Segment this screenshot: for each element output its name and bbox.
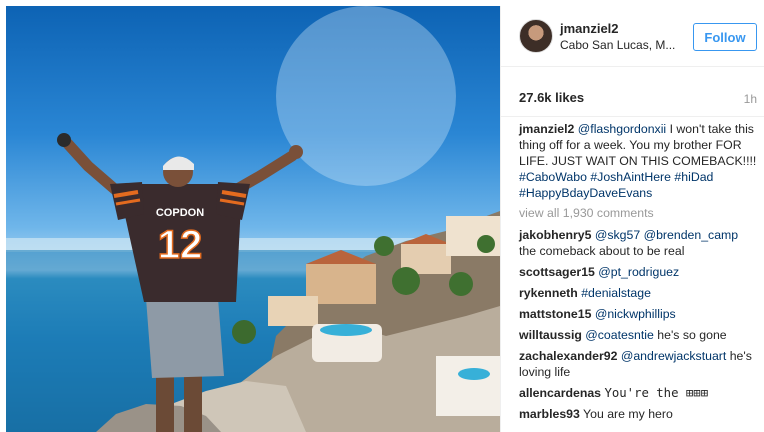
caption-mention[interactable]: @flashgordonxii (578, 122, 666, 136)
comment-text: the comeback about to be real (519, 244, 685, 258)
comment-username[interactable]: zachalexander92 (519, 349, 617, 363)
comment-username[interactable]: mattstone15 (519, 307, 591, 321)
comment-item: rykenneth #denialstage (519, 285, 757, 301)
view-all-comments-link[interactable]: view all 1,930 comments (519, 205, 757, 221)
post-location[interactable]: Cabo San Lucas, M... (560, 38, 680, 52)
comment-item: willtaussig @coatesntie he's so gone (519, 327, 757, 343)
caption-tag[interactable]: #JoshAintHere (590, 170, 671, 184)
comment-username[interactable]: jakobhenry5 (519, 228, 591, 242)
comment-hashtag[interactable]: #denialstage (581, 286, 651, 300)
comment-mention[interactable]: @skg57 (595, 228, 640, 242)
comment-username[interactable]: scottsager15 (519, 265, 595, 279)
comment-username[interactable]: marbles93 (519, 407, 580, 421)
comment-item: jakobhenry5 @skg57 @brenden_camp the com… (519, 227, 757, 259)
comment-mention[interactable]: @andrewjackstuart (621, 349, 726, 363)
caption-tag[interactable]: #HappyBdayDaveEvans (519, 186, 652, 200)
post-sidebar: jmanziel2 Cabo San Lucas, M... Follow 27… (500, 6, 764, 432)
comment-item: zachalexander92 @andrewjackstuart he's l… (519, 348, 757, 380)
comment-username[interactable]: allencardenas (519, 386, 601, 400)
caption-tag[interactable]: #hiDad (674, 170, 713, 184)
comment-item: marbles93 You are my hero (519, 406, 757, 422)
post-username[interactable]: jmanziel2 (560, 21, 619, 36)
comment-mention[interactable]: @pt_rodriguez (598, 265, 679, 279)
comment-username[interactable]: rykenneth (519, 286, 578, 300)
caption-username[interactable]: jmanziel2 (519, 122, 574, 136)
jersey-number: 12 (158, 223, 203, 267)
likes-count[interactable]: 27.6k likes (519, 90, 584, 105)
photo-scene: COPDON 12 (6, 6, 500, 432)
jersey-name: COPDON (156, 207, 204, 219)
comments-list: jmanziel2 @flashgordonxii I won't take t… (519, 121, 757, 427)
comment-mention[interactable]: @nickwphillips (595, 307, 676, 321)
comment-mention[interactable]: @brenden_camp (644, 228, 739, 242)
comment-text: he's so gone (657, 328, 727, 342)
comment-item: scottsager15 @pt_rodriguez (519, 264, 757, 280)
comment-item: mattstone15 @nickwphillips (519, 306, 757, 322)
post-caption: jmanziel2 @flashgordonxii I won't take t… (519, 121, 757, 201)
comment-mention[interactable]: @coatesntie (585, 328, 654, 342)
caption-tag[interactable]: #CaboWabo (519, 170, 587, 184)
post-time: 1h (743, 92, 757, 106)
likes-row: 27.6k likes 1h (501, 66, 764, 117)
comment-text: You are my hero (583, 407, 673, 421)
post-header: jmanziel2 Cabo San Lucas, M... Follow (501, 6, 764, 67)
comment-item: allencardenas You're the ⊞⊞⊞ (519, 385, 757, 401)
comment-username[interactable]: willtaussig (519, 328, 582, 342)
follow-button[interactable]: Follow (693, 23, 757, 51)
comment-text: You're the ⊞⊞⊞ (604, 386, 709, 400)
avatar[interactable] (519, 19, 553, 53)
instagram-post: COPDON 12 jmanziel2 Cabo San Lucas, M...… (0, 0, 764, 432)
post-photo[interactable]: COPDON 12 (6, 6, 500, 432)
